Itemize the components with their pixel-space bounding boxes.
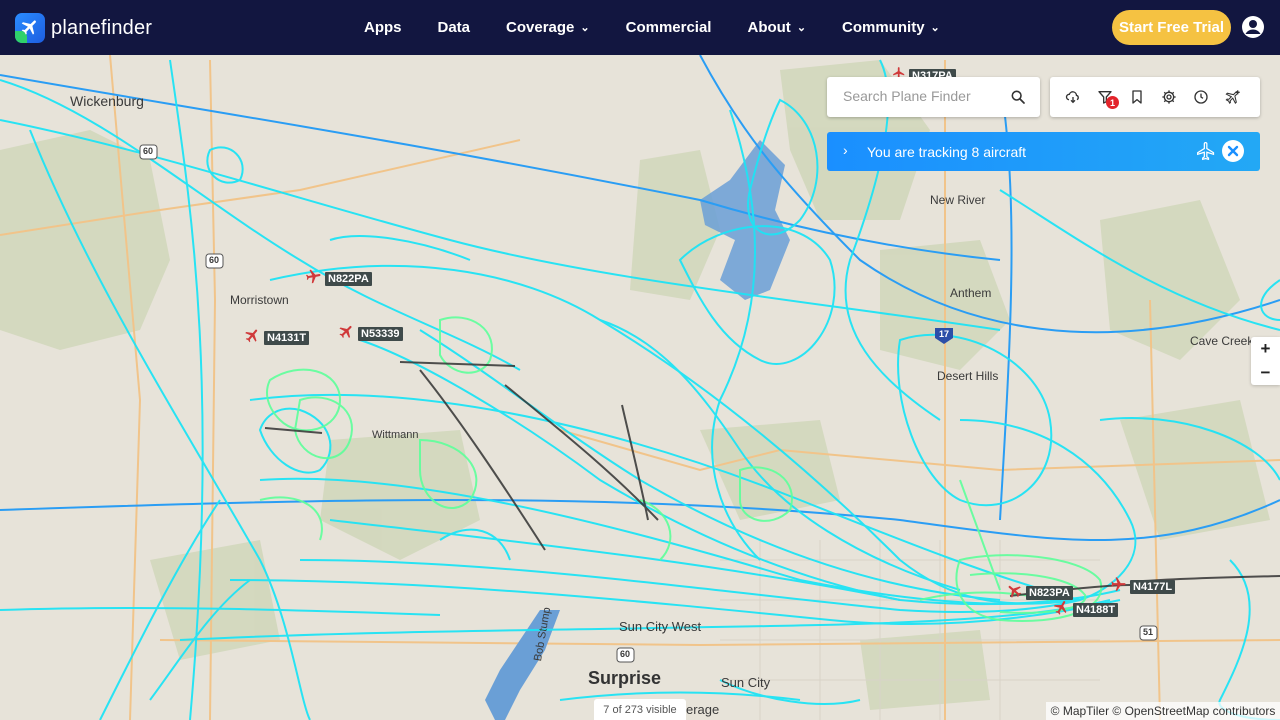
highway-shield-60: 60	[209, 255, 220, 265]
zoom-in-button[interactable]: +	[1251, 337, 1280, 361]
place-label-sun-city-west: Sun City West	[619, 619, 702, 634]
settings-icon	[1162, 90, 1176, 104]
place-label-sun-city: Sun City	[721, 675, 771, 690]
place-label-new-river: New River	[930, 193, 986, 207]
highway-shield-60: 60	[143, 146, 154, 156]
aircraft-marker[interactable]: N4188T	[1053, 599, 1119, 621]
search-input[interactable]	[841, 87, 1005, 105]
top-navbar: planefinder Apps Data Coverage ⌄ Commerci…	[0, 0, 1280, 55]
aircraft-callsign: N53339	[358, 327, 403, 341]
nav-commercial[interactable]: Commercial	[626, 19, 712, 36]
weather-button[interactable]	[1057, 77, 1089, 117]
user-circle-icon[interactable]	[1241, 15, 1265, 39]
visible-count: 7 of 273 visible	[594, 699, 686, 720]
add-aircraft-button[interactable]	[1217, 77, 1249, 117]
aircraft-marker[interactable]: N4177L	[1110, 576, 1176, 598]
filter-button[interactable]: 1	[1089, 77, 1121, 117]
nav-coverage[interactable]: Coverage ⌄	[506, 19, 590, 36]
aircraft-callsign: N4177L	[1130, 580, 1176, 594]
chevron-down-icon: ⌄	[796, 22, 807, 34]
nav-community[interactable]: Community ⌄	[842, 19, 940, 36]
history-button[interactable]	[1185, 77, 1217, 117]
place-label-surprise: Surprise	[588, 668, 662, 688]
nav-about[interactable]: About ⌄	[747, 19, 806, 36]
weather-icon	[1065, 91, 1079, 104]
close-tracking-button[interactable]	[1222, 140, 1244, 162]
place-label-wittmann: Wittmann	[372, 429, 419, 441]
aircraft-icon	[1053, 599, 1070, 621]
place-label-cave-creek: Cave Creek	[1190, 334, 1254, 348]
logo-mark-icon	[15, 13, 45, 43]
aircraft-marker[interactable]: N822PA	[305, 268, 372, 290]
aircraft-marker[interactable]: N4131T	[244, 327, 310, 349]
highway-shield-17: 17	[939, 329, 950, 339]
filter-count-badge: 1	[1106, 96, 1119, 109]
plane-icon	[1197, 142, 1215, 161]
planefinder-logo[interactable]: planefinder	[15, 13, 152, 43]
chevron-down-icon: ⌄	[580, 22, 590, 34]
aircraft-callsign: N4188T	[1073, 603, 1119, 617]
place-label-wickenburg: Wickenburg	[70, 93, 144, 109]
search-icon[interactable]	[1010, 89, 1026, 105]
map-attribution[interactable]: © MapTiler © OpenStreetMap contributors	[1046, 702, 1280, 720]
aircraft-icon	[1006, 582, 1023, 604]
main-nav: Apps Data Coverage ⌄ Commercial About ⌄ Co…	[364, 0, 976, 55]
chevron-right-icon[interactable]: ›	[843, 142, 848, 158]
nav-apps[interactable]: Apps	[364, 19, 402, 36]
map-toolbar: 1	[1050, 77, 1260, 117]
aircraft-callsign: N822PA	[325, 272, 372, 286]
aircraft-icon	[1110, 576, 1127, 598]
bookmark-button[interactable]	[1121, 77, 1153, 117]
zoom-out-button[interactable]: −	[1251, 361, 1280, 385]
place-label-partial: erage	[686, 702, 720, 717]
aircraft-icon	[338, 323, 355, 345]
nav-data[interactable]: Data	[438, 19, 471, 36]
bookmark-icon	[1132, 90, 1142, 104]
add-aircraft-icon	[1225, 90, 1240, 105]
tracking-text: You are tracking 8 aircraft	[867, 144, 1027, 160]
highway-shield-60: 60	[620, 649, 631, 659]
aircraft-callsign: N823PA	[1026, 586, 1073, 600]
highway-shield-51: 51	[1143, 627, 1154, 637]
place-label-desert-hills: Desert Hills	[937, 369, 999, 383]
aircraft-icon	[305, 268, 322, 290]
place-label-anthem: Anthem	[950, 286, 992, 300]
chevron-down-icon: ⌄	[930, 22, 940, 34]
aircraft-icon	[244, 327, 261, 349]
place-label-morristown: Morristown	[230, 293, 289, 307]
logo-text: planefinder	[51, 16, 153, 39]
close-icon	[1227, 145, 1239, 157]
tracking-banner[interactable]: › You are tracking 8 aircraft	[827, 132, 1260, 171]
history-icon	[1194, 90, 1208, 104]
aircraft-callsign: N4131T	[264, 331, 310, 345]
start-free-trial-button[interactable]: Start Free Trial	[1112, 10, 1231, 45]
aircraft-marker[interactable]: N53339	[338, 323, 403, 345]
search-box	[827, 77, 1040, 117]
zoom-control: + −	[1251, 337, 1280, 385]
settings-button[interactable]	[1153, 77, 1185, 117]
